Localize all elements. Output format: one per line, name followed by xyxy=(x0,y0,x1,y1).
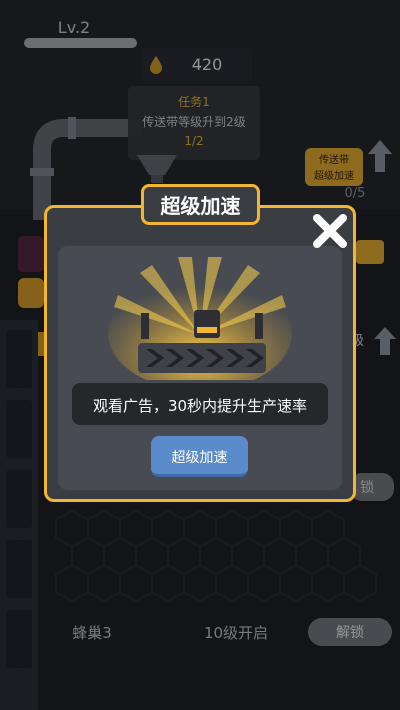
super-boost-label: 超级加速 xyxy=(171,450,228,466)
modal-title: 超级加速 xyxy=(160,194,241,218)
conveyor-glow-icon xyxy=(108,257,292,380)
close-icon[interactable] xyxy=(309,210,351,252)
boost-description: 观看广告，30秒内提升生产速率 xyxy=(92,397,308,415)
